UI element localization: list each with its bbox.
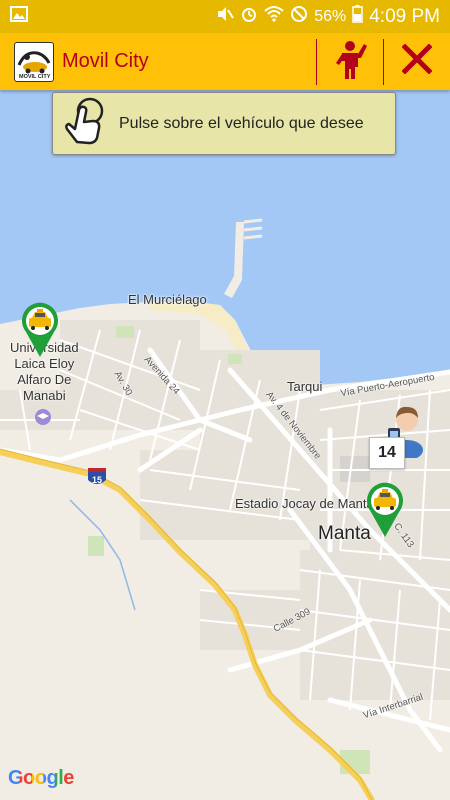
- mute-icon: [216, 5, 235, 28]
- app-bar: MOVIL CITY Movil City: [0, 33, 450, 90]
- close-icon: [401, 43, 433, 79]
- alarm-icon: [240, 5, 258, 28]
- google-logo-text: Google: [8, 767, 74, 789]
- tap-hand-icon: [59, 96, 109, 151]
- gallery-icon: [10, 6, 28, 27]
- person-raising-hand-icon: [332, 39, 368, 84]
- map-label-manta: Manta: [318, 523, 371, 544]
- taxi-marker[interactable]: [20, 302, 60, 358]
- close-button[interactable]: [384, 33, 450, 90]
- taxi-pin-icon: [22, 302, 59, 357]
- highway-number: 15: [92, 475, 103, 485]
- app-logo: MOVIL CITY: [14, 41, 54, 82]
- taxi-pin-icon: [367, 482, 403, 537]
- google-attribution[interactable]: Google: [8, 767, 74, 790]
- hail-taxi-button[interactable]: [317, 33, 383, 90]
- instruction-banner: Pulse sobre el vehículo que desee: [52, 92, 396, 155]
- taxi-marker[interactable]: [365, 482, 405, 538]
- map-label-estadio: Estadio Jocay de Manta: [235, 496, 374, 511]
- clock-time: 4:09 PM: [369, 5, 440, 27]
- logo-text: MOVIL CITY: [19, 73, 51, 80]
- wifi-icon: [264, 5, 284, 28]
- battery-percent: 56%: [314, 7, 347, 25]
- map-label-tarqui: Tarqui: [287, 379, 323, 394]
- status-bar: 56% 4:09 PM: [0, 0, 450, 33]
- battery-icon: [352, 5, 363, 28]
- no-disturb-icon: [290, 5, 308, 28]
- instruction-text: Pulse sobre el vehículo que desee: [119, 114, 364, 132]
- app-title: Movil City: [62, 50, 149, 72]
- vehicle-count-badge: 14: [369, 437, 405, 469]
- map-label-murcielago: El Murciélago: [128, 292, 207, 307]
